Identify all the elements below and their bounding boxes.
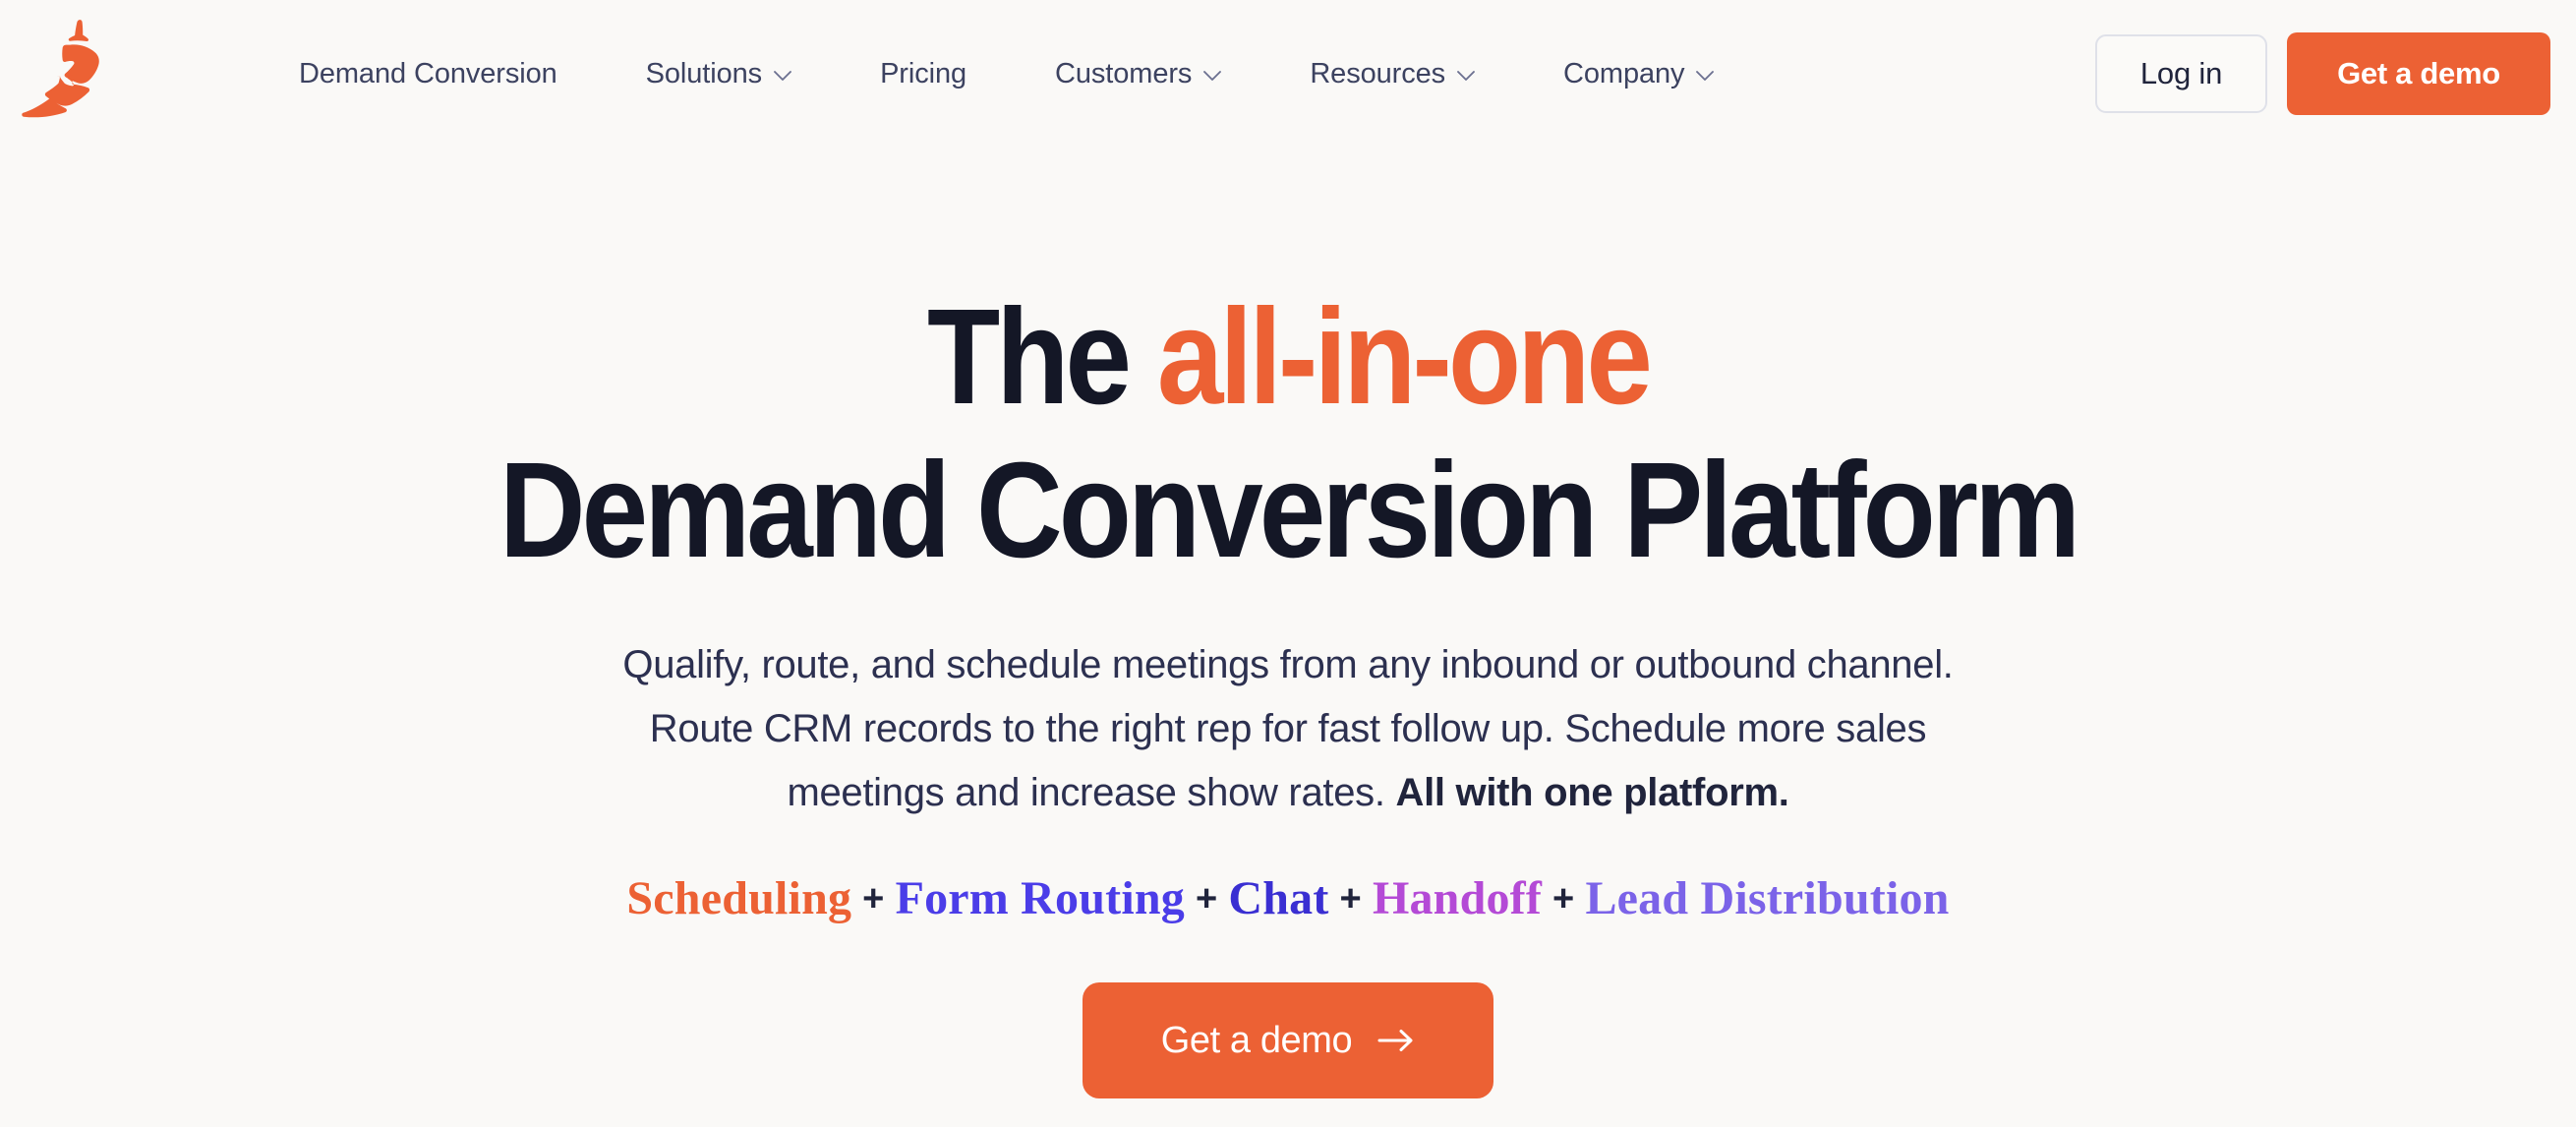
subcopy-line-3: meetings and increase show rates. All wi… [0, 761, 2576, 825]
get-a-demo-hero-button[interactable]: Get a demo [1083, 982, 1493, 1099]
page-title: The all-in-one Demand Conversion Platfor… [154, 289, 2422, 578]
nav-links-group: Demand Conversion Solutions Pricing Cust… [299, 0, 1715, 148]
feature-chat[interactable]: Chat [1228, 872, 1328, 924]
landing-page: Demand Conversion Solutions Pricing Cust… [0, 0, 2576, 1127]
nav-item-label: Pricing [880, 57, 967, 89]
hero-section: The all-in-one Demand Conversion Platfor… [0, 148, 2576, 1099]
feature-separator-3: + [1339, 878, 1362, 920]
nav-item-label: Demand Conversion [299, 57, 557, 89]
nav-item-label: Resources [1310, 57, 1446, 89]
nav-item-label: Company [1563, 57, 1685, 89]
hero-subcopy: Qualify, route, and schedule meetings fr… [0, 633, 2576, 824]
nav-item-solutions[interactable]: Solutions [645, 57, 791, 89]
nav-item-label: Solutions [645, 57, 763, 89]
nav-item-resources[interactable]: Resources [1310, 57, 1475, 89]
nav-item-demand-conversion[interactable]: Demand Conversion [299, 57, 557, 89]
subcopy-line-1: Qualify, route, and schedule meetings fr… [622, 643, 1954, 686]
feature-form-routing[interactable]: Form Routing [896, 872, 1185, 924]
nav-item-company[interactable]: Company [1563, 57, 1715, 89]
chili-pepper-logo[interactable] [22, 14, 116, 128]
login-button[interactable]: Log in [2095, 34, 2267, 113]
top-navigation-bar: Demand Conversion Solutions Pricing Cust… [0, 0, 2576, 148]
headline-plain: The [927, 281, 1157, 433]
chevron-down-icon [774, 70, 791, 82]
nav-item-pricing[interactable]: Pricing [880, 57, 967, 89]
headline-line-1: The all-in-one [154, 289, 2422, 425]
feature-handoff[interactable]: Handoff [1373, 872, 1542, 924]
chevron-down-icon [1457, 70, 1475, 82]
nav-item-label: Customers [1055, 57, 1193, 89]
get-a-demo-nav-button[interactable]: Get a demo [2287, 32, 2550, 115]
headline-accent: all-in-one [1156, 281, 1653, 433]
chevron-down-icon [1696, 70, 1715, 82]
feature-separator-4: + [1552, 878, 1575, 920]
feature-separator-1: + [862, 878, 885, 920]
feature-scheduling[interactable]: Scheduling [626, 872, 851, 924]
subcopy-line-2: Route CRM records to the right rep for f… [649, 706, 1927, 750]
nav-item-customers[interactable]: Customers [1055, 57, 1222, 89]
subcopy-normal: meetings and increase show rates. [787, 770, 1396, 814]
hero-cta-wrapper: Get a demo [0, 982, 2576, 1099]
feature-lead-distribution[interactable]: Lead Distribution [1585, 872, 1949, 924]
feature-separator-2: + [1195, 878, 1218, 920]
cta-label: Get a demo [1160, 1019, 1353, 1061]
feature-list: Scheduling + Form Routing + Chat + Handoff + Lea… [0, 875, 2576, 922]
arrow-right-icon [1377, 1028, 1415, 1053]
headline-line-2: Demand Conversion Platform [498, 435, 2080, 586]
subcopy-bold: All with one platform. [1395, 770, 1789, 814]
nav-actions-group: Log in Get a demo [2095, 0, 2550, 148]
chevron-down-icon [1203, 70, 1222, 82]
